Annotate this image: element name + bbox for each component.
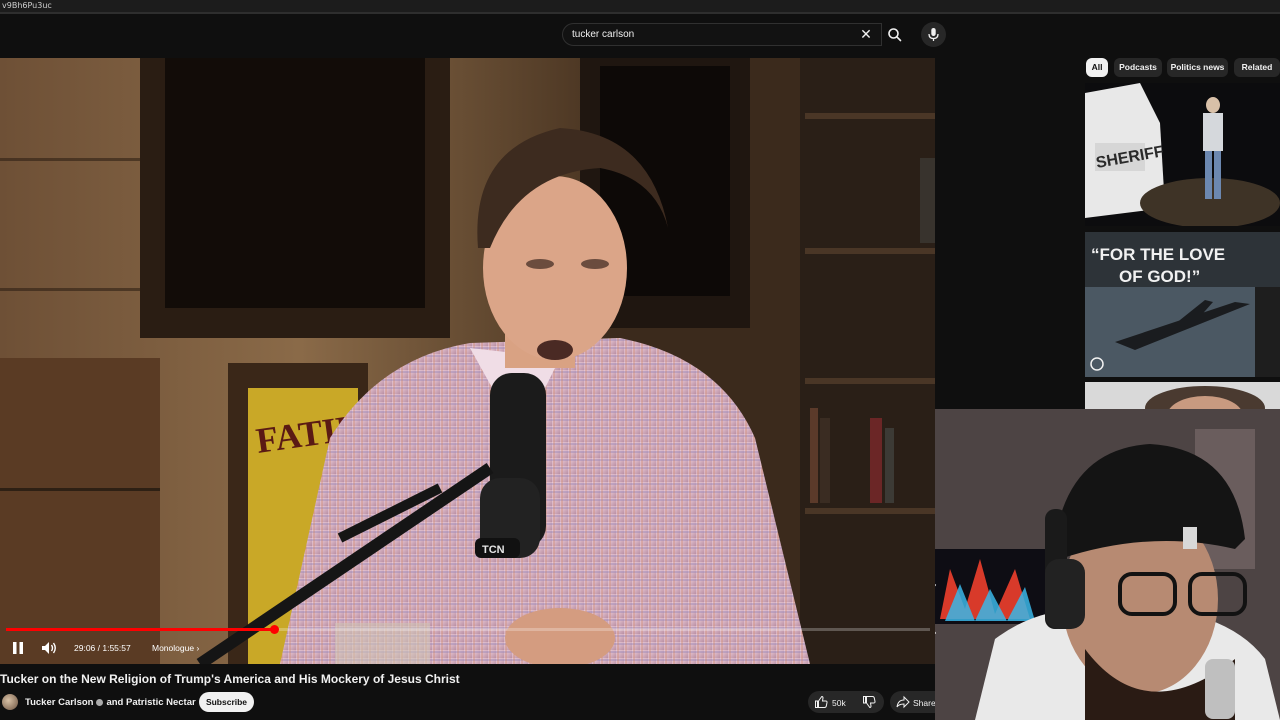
progress-played <box>6 628 274 631</box>
like-count: 50k <box>832 698 846 708</box>
chip-all[interactable]: All <box>1086 58 1108 77</box>
chapter-button[interactable]: Monologue › <box>152 643 199 653</box>
voice-search-button[interactable] <box>921 22 946 47</box>
channel-link[interactable]: Tucker Carlson and Patristic Nectar <box>25 697 196 708</box>
chip-related[interactable]: Related <box>1234 58 1280 77</box>
chip-podcasts[interactable]: Podcasts <box>1114 58 1162 77</box>
video-player[interactable]: FATIM TCN 29:06 / 1:55:57 Monologue › <box>0 58 935 664</box>
related-video-thumbnail[interactable]: SHERIFF <box>1085 83 1280 226</box>
browser-url-bar[interactable]: v9Bh6Pu3uc <box>0 0 1280 14</box>
search-input[interactable]: tucker carlson <box>562 23 882 46</box>
share-label: Share <box>913 698 936 708</box>
thumbs-up-icon[interactable] <box>814 695 828 709</box>
url-text: v9Bh6Pu3uc <box>2 1 52 10</box>
related-video-thumbnail[interactable] <box>1085 382 1280 410</box>
volume-icon <box>42 642 56 654</box>
search-query: tucker carlson <box>572 29 635 40</box>
related-video-thumbnail[interactable]: “FOR THE LOVE OF GOD!” <box>1085 232 1280 377</box>
video-title: Tucker on the New Religion of Trump's Am… <box>0 672 460 686</box>
chevron-right-icon: › <box>196 643 200 653</box>
collab-text: and Patristic Nectar <box>106 697 196 708</box>
volume-button[interactable] <box>39 639 59 657</box>
webcam-image <box>935 409 1280 720</box>
pause-icon <box>13 642 23 654</box>
thumbnail-text-line2: OF GOD!” <box>1119 267 1200 286</box>
search-icon <box>888 28 902 42</box>
webcam-overlay <box>935 409 1280 720</box>
chapter-label: Monologue <box>152 643 195 653</box>
search-button[interactable] <box>882 23 908 46</box>
thumbnail-image <box>1085 382 1280 410</box>
subscribe-button[interactable]: Subscribe <box>199 692 254 712</box>
verified-icon <box>96 698 104 706</box>
pause-button[interactable] <box>9 639 27 657</box>
thumbnail-image: “FOR THE LOVE OF GOD!” <box>1085 232 1280 377</box>
chip-politics-news[interactable]: Politics news <box>1167 58 1228 77</box>
time-display: 29:06 / 1:55:57 <box>74 643 131 653</box>
progress-scrubber[interactable] <box>269 625 279 634</box>
youtube-watch-page: v9Bh6Pu3uc tucker carlson ✕ FATIM TCN 29… <box>0 0 1280 720</box>
avatar[interactable] <box>2 694 18 710</box>
clear-icon[interactable]: ✕ <box>858 26 874 42</box>
video-frame: FATIM TCN <box>0 58 935 664</box>
channel-name: Tucker Carlson <box>25 697 94 708</box>
thumbnail-image: SHERIFF <box>1085 83 1280 226</box>
share-icon <box>896 695 910 709</box>
thumbnail-text-line1: “FOR THE LOVE <box>1091 245 1225 264</box>
mic-icon <box>928 28 939 41</box>
mic-logo-text: TCN <box>482 544 505 556</box>
progress-bar[interactable] <box>6 625 930 634</box>
thumbs-down-icon[interactable] <box>862 695 876 709</box>
